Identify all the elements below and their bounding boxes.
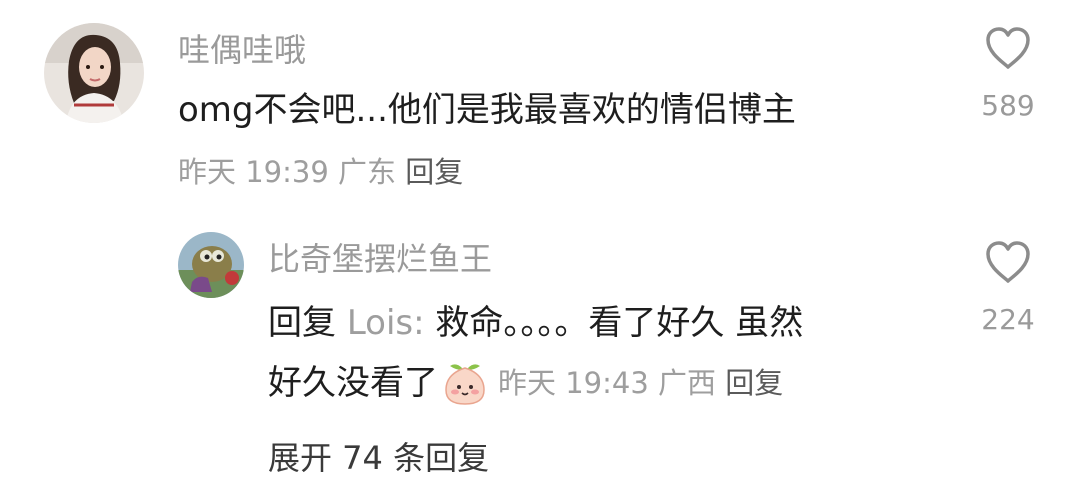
like-count: 589 — [981, 89, 1035, 122]
comment-meta: 昨天 19:39 广东 回复 — [178, 158, 463, 187]
reply-like-count: 224 — [981, 303, 1035, 336]
comment-text: omg不会吧...他们是我最喜欢的情侣博主 — [178, 90, 796, 130]
reply-avatar[interactable] — [178, 232, 244, 298]
reply-button[interactable]: 回复 — [405, 155, 463, 189]
reply-text: 救命。。。。看了好久 虽然 — [435, 303, 804, 343]
reply-location: 广西 — [658, 365, 717, 400]
reply-time: 昨天 19:43 — [498, 365, 649, 400]
reply-text-line1: 回复 Lois: 救命。。。。看了好久 虽然 — [268, 306, 803, 340]
expand-replies-button[interactable]: 展开 74 条回复 — [268, 442, 489, 474]
avatar[interactable] — [44, 23, 144, 123]
reply-prefix: 回复 — [268, 303, 336, 343]
reply-text-cont: 好久没看了 — [268, 363, 438, 403]
reply-reply-button[interactable]: 回复 — [725, 366, 783, 400]
heart-outline-icon — [986, 27, 1030, 69]
reply-like-button[interactable]: 224 — [968, 240, 1048, 334]
peach-face-emoji-icon — [442, 360, 488, 406]
reply-line2: 好久没看了 昨天 19:43 广西 回复 — [268, 360, 783, 406]
reply-meta: 昨天 19:43 广西 回复 — [498, 365, 783, 400]
like-button[interactable]: 589 — [968, 26, 1048, 120]
comment-time: 昨天 19:39 — [178, 155, 329, 189]
heart-outline-icon — [986, 241, 1030, 283]
comment-username[interactable]: 哇偶哇哦 — [178, 34, 306, 66]
reply-username[interactable]: 比奇堡摆烂鱼王 — [268, 243, 492, 275]
reply-to-user[interactable]: Lois: — [347, 303, 425, 343]
comment-location: 广东 — [338, 155, 397, 189]
